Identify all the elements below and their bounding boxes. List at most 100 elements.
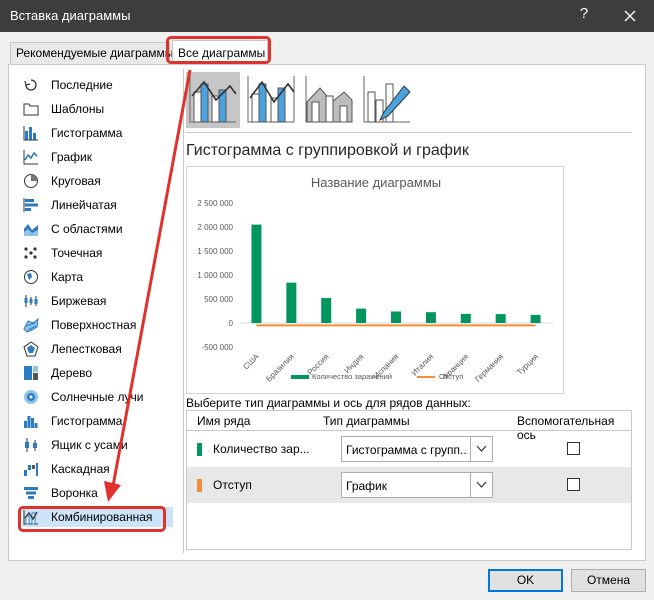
line-chart-icon [23,150,38,165]
sidebar-item-label: Поверхностная [51,318,137,332]
bar [321,298,332,323]
funnel-chart-icon [24,487,38,499]
y-tick-label: 1 500 000 [197,247,233,256]
y-tick-label: 0 [229,319,234,328]
tab-recommended-charts[interactable]: Рекомендуемые диаграммы [10,42,173,64]
sidebar-item[interactable]: Воронка [23,483,173,503]
sidebar-item-label: Последние [51,78,113,92]
gallery-divider [186,132,632,133]
sidebar-item[interactable]: Гистограмма [23,123,173,143]
chart-type-dropdown-value: График [346,479,387,493]
sidebar-item-label: Гистограмма [51,126,123,140]
chart-type-dropdown[interactable]: Гистограмма с групп... [341,436,493,462]
sidebar-item-label: С областями [51,222,123,236]
sunburst-chart-icon [24,390,38,404]
subtype-title: Гистограмма с группировкой и график [186,142,469,159]
recent-icon [24,79,37,91]
sidebar-divider [183,69,184,553]
sidebar-item[interactable]: Линейчатая [23,195,173,215]
y-tick-label: 500 000 [204,295,233,304]
sidebar-item-label: Линейчатая [51,198,117,212]
sidebar-item-label: Круговая [51,174,101,188]
close-icon [624,10,636,22]
sidebar-item[interactable]: С областями [23,219,173,239]
title-bar: Вставка диаграммы ? [0,0,654,32]
sidebar-item[interactable]: Гистограмма [23,411,173,431]
sidebar-item[interactable]: Последние [23,75,173,95]
legend-swatch [291,375,309,379]
sidebar-item-label: Каскадная [51,462,110,476]
secondary-axis-checkbox[interactable] [567,478,580,491]
stacked-area-clustered-column-icon [305,76,353,123]
chart-type-dropdown[interactable]: График [341,472,493,498]
chart-title: Название диаграммы [311,175,441,190]
series-row: Количество зар... Гистограмма с групп... [187,431,631,467]
sidebar-item[interactable]: Ящик с усами [23,435,173,455]
sidebar-item-label: Карта [51,270,84,284]
sidebar-item[interactable]: Круговая [23,171,173,191]
histogram-chart-icon [24,416,38,428]
chart-subtype-gallery [186,72,632,132]
sidebar-item-label: Дерево [51,366,93,380]
sidebar-item-label: Шаблоны [51,102,105,116]
chevron-down-icon [476,481,487,488]
sidebar-item[interactable]: Каскадная [23,459,173,479]
sidebar-item[interactable]: Дерево [23,363,173,383]
pie-chart-icon [24,174,38,188]
header-chart-type: Тип диаграммы [323,414,410,428]
map-chart-icon [24,270,38,284]
bar [460,313,471,323]
tab-highlight-annotation [166,36,271,64]
dropdown-button[interactable] [470,437,492,461]
chart-preview-svg: Название диаграммы 2 500 000 2 000 000 1 50… [197,175,553,384]
secondary-axis-checkbox[interactable] [567,442,580,455]
sidebar-item-label: Ящик с усами [51,438,128,452]
subtype-clustered-column-line[interactable] [186,72,240,128]
treemap-chart-icon [24,366,38,380]
bar [286,282,297,323]
ok-button[interactable]: OK [488,569,563,592]
radar-chart-icon [23,341,39,357]
custom-combination-pencil-icon [363,76,411,123]
bar [391,311,401,323]
series-name: Отступ [213,478,252,492]
y-tick-label: 1 000 000 [197,271,233,280]
chevron-down-icon [476,445,487,452]
bar [495,314,506,323]
subtype-stacked-area-column[interactable] [302,72,356,128]
sidebar-item[interactable]: Лепестковая [23,339,173,359]
y-tick-label: 2 000 000 [197,223,233,232]
bar [356,308,367,323]
column-chart-icon [23,126,38,141]
cancel-button[interactable]: Отмена [571,569,646,592]
sidebar-item-label: Гистограмма [51,414,123,428]
dropdown-button[interactable] [470,473,492,497]
folder-icon [23,103,39,116]
y-tick-label: 2 500 000 [197,199,233,208]
bar [530,314,541,323]
x-tick-label: Германия [473,352,505,384]
sidebar-item-label: Биржевая [51,294,107,308]
surface-chart-icon [23,317,39,333]
subtype-custom-combination[interactable] [360,72,414,128]
sidebar-item[interactable]: Шаблоны [23,99,173,119]
sidebar-item-label: Точечная [51,246,103,260]
sidebar-item[interactable]: Точечная [23,243,173,263]
sidebar-item[interactable]: Солнечные лучи [23,387,173,407]
close-button[interactable] [618,4,642,28]
help-button[interactable]: ? [572,5,596,27]
sidebar-item[interactable]: Поверхностная [23,315,173,335]
legend-label: Количество заражений [312,372,392,381]
sidebar-item[interactable]: График [23,147,173,167]
sidebar-item[interactable]: Биржевая [23,291,173,311]
clustered-column-line-icon [189,76,237,123]
series-section-label: Выберите тип диаграммы и ось для рядов д… [186,396,471,410]
bar-chart-icon [23,198,38,212]
y-tick-label: -500 000 [201,343,233,352]
sidebar-item[interactable]: Карта [23,267,173,287]
subtype-clustered-column-line-secondary[interactable] [244,72,298,128]
bar [425,312,436,323]
chart-type-dropdown-value: Гистограмма с групп... [346,443,468,457]
combo-highlight-annotation [18,506,166,532]
sidebar-item-label: Солнечные лучи [51,390,144,404]
